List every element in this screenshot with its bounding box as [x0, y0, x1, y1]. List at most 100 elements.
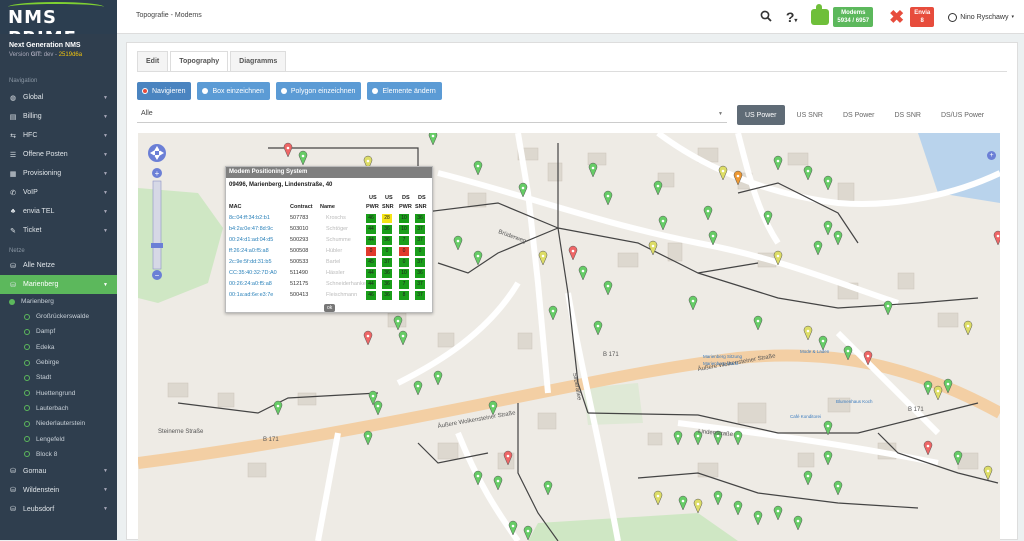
zoom-slider[interactable]: [152, 180, 162, 270]
modem-marker-icon[interactable]: [833, 230, 843, 246]
user-menu[interactable]: Nino Ryschawy ▾: [948, 12, 1014, 22]
modem-marker-icon[interactable]: [568, 245, 578, 261]
modem-marker-icon[interactable]: [593, 320, 603, 336]
modem-marker-icon[interactable]: [588, 162, 598, 178]
modem-marker-icon[interactable]: [473, 250, 483, 266]
sidebar-item-provisioning[interactable]: ▦ Provisioning ▼: [0, 164, 117, 183]
modem-marker-icon[interactable]: [298, 150, 308, 166]
modem-marker-icon[interactable]: [733, 500, 743, 516]
sidebar-item-envia-tel[interactable]: ♣ envia TEL ▼: [0, 202, 117, 221]
modem-marker-icon[interactable]: [803, 470, 813, 486]
modem-marker-icon[interactable]: [363, 430, 373, 446]
sidebar-item-alle-netze[interactable]: ⛁ Alle Netze: [0, 256, 117, 275]
mac-link[interactable]: ff:26:24:a0:f5:a8: [229, 248, 269, 254]
modem-marker-icon[interactable]: [653, 490, 663, 506]
sidebar-subitem[interactable]: Block 8: [0, 447, 117, 462]
modem-marker-icon[interactable]: [653, 180, 663, 196]
modem-marker-icon[interactable]: [543, 480, 553, 496]
modem-marker-icon[interactable]: [823, 175, 833, 191]
modem-marker-icon[interactable]: [813, 240, 823, 256]
modem-marker-icon[interactable]: [773, 155, 783, 171]
draw-box-button[interactable]: Box einzeichnen: [197, 82, 270, 100]
value-tab-ds-snr[interactable]: DS SNR: [886, 105, 928, 125]
mac-link[interactable]: 00:1a:ad:6e:e3:7e: [229, 292, 273, 298]
modem-marker-icon[interactable]: [833, 480, 843, 496]
modem-marker-icon[interactable]: [373, 400, 383, 416]
sidebar-subitem[interactable]: Gebirge: [0, 355, 117, 370]
modem-marker-icon[interactable]: [803, 325, 813, 341]
sidebar-item-voip[interactable]: ✆ VoIP ▼: [0, 183, 117, 202]
sidebar-item-gornau[interactable]: ⛁ Gornau ▼: [0, 462, 117, 481]
modem-marker-icon[interactable]: [883, 300, 893, 316]
mac-link[interactable]: 00:24:d1:ad:04:d5: [229, 237, 273, 243]
mac-link[interactable]: 00:26:24:a0:f5:a8: [229, 281, 272, 287]
sidebar-subitem[interactable]: Huettengrund: [0, 385, 117, 400]
sidebar-subitem[interactable]: Großrückerswalde: [0, 309, 117, 324]
draw-polygon-button[interactable]: Polygon einzeichnen: [275, 82, 362, 100]
mac-link[interactable]: b4:2a:0e:47:8d:9c: [229, 226, 273, 232]
modem-marker-icon[interactable]: [678, 495, 688, 511]
modem-marker-icon[interactable]: [658, 215, 668, 231]
ok-button[interactable]: ok: [324, 304, 336, 312]
value-tab-us-snr[interactable]: US SNR: [789, 105, 831, 125]
modem-marker-icon[interactable]: [963, 320, 973, 336]
sidebar-item-leubsdorf[interactable]: ⛁ Leubsdorf ▼: [0, 500, 117, 519]
tab-edit[interactable]: Edit: [137, 51, 169, 71]
modem-marker-icon[interactable]: [548, 305, 558, 321]
sidebar-item-marienberg[interactable]: ⛁ Marienberg ▼: [0, 275, 117, 294]
modem-marker-icon[interactable]: [933, 385, 943, 401]
modem-marker-icon[interactable]: [428, 133, 438, 146]
sidebar-item-hfc[interactable]: ⇆ HFC ▼: [0, 126, 117, 145]
modem-marker-icon[interactable]: [733, 430, 743, 446]
modem-marker-icon[interactable]: [393, 315, 403, 331]
modem-marker-icon[interactable]: [773, 505, 783, 521]
sidebar-subitem[interactable]: Niederlauterstein: [0, 416, 117, 431]
filter-select[interactable]: Alle ▼: [137, 106, 727, 123]
modem-marker-icon[interactable]: [398, 330, 408, 346]
sidebar-subitem[interactable]: Edeka: [0, 340, 117, 355]
mac-link[interactable]: CC:35:40:32:7D:A0: [229, 270, 277, 276]
modem-marker-icon[interactable]: [493, 475, 503, 491]
sidebar-subitem[interactable]: Lauterbach: [0, 401, 117, 416]
modem-marker-icon[interactable]: [823, 450, 833, 466]
modem-marker-icon[interactable]: [273, 400, 283, 416]
modem-marker-icon[interactable]: [578, 265, 588, 281]
sidebar-parent-marienberg[interactable]: Marienberg: [0, 294, 117, 309]
value-tab-ds-us-power[interactable]: DS/US Power: [933, 105, 992, 125]
modem-marker-icon[interactable]: [753, 315, 763, 331]
modem-marker-icon[interactable]: [713, 490, 723, 506]
sidebar-item-ticket[interactable]: ✎ Ticket ▼: [0, 221, 117, 240]
envia-status-badge[interactable]: Envia 8: [910, 7, 935, 27]
value-tab-ds-power[interactable]: DS Power: [835, 105, 883, 125]
modem-marker-icon[interactable]: [718, 165, 728, 181]
tab-diagramms[interactable]: Diagramms: [230, 51, 287, 71]
mac-link[interactable]: 8c:04:ff:34:b2:b1: [229, 215, 270, 221]
sidebar-subitem[interactable]: Lengefeld: [0, 431, 117, 446]
sidebar-item-billing[interactable]: ▤ Billing ▼: [0, 107, 117, 126]
modem-marker-icon[interactable]: [803, 165, 813, 181]
modify-elements-button[interactable]: Elemente ändern: [367, 82, 442, 100]
modem-marker-icon[interactable]: [473, 160, 483, 176]
modem-marker-icon[interactable]: [603, 280, 613, 296]
modem-marker-icon[interactable]: [673, 430, 683, 446]
modem-marker-icon[interactable]: [538, 250, 548, 266]
tab-topography[interactable]: Topography: [170, 51, 229, 71]
modem-marker-icon[interactable]: [693, 498, 703, 514]
modem-marker-icon[interactable]: [983, 465, 993, 481]
modems-status-badge[interactable]: Modems 5934 / 6957: [833, 7, 874, 27]
value-tab-us-power[interactable]: US Power: [737, 105, 785, 125]
modem-marker-icon[interactable]: [818, 335, 828, 351]
modem-marker-icon[interactable]: [703, 205, 713, 221]
modem-marker-icon[interactable]: [648, 240, 658, 256]
modem-marker-icon[interactable]: [433, 370, 443, 386]
sidebar-item-global[interactable]: ◍ Global ▼: [0, 88, 117, 107]
modem-marker-icon[interactable]: [823, 220, 833, 236]
zoom-control[interactable]: + −: [146, 143, 168, 286]
modem-marker-icon[interactable]: [453, 235, 463, 251]
modem-marker-icon[interactable]: [993, 230, 1000, 246]
map-canvas[interactable]: Äußere Wolkensteiner Straße Äußere Wolken…: [138, 133, 1000, 541]
modem-marker-icon[interactable]: [923, 440, 933, 456]
help-icon[interactable]: ?▾: [786, 9, 798, 25]
sidebar-item-offene-posten[interactable]: ☰ Offene Posten ▼: [0, 145, 117, 164]
modem-marker-icon[interactable]: [363, 330, 373, 346]
